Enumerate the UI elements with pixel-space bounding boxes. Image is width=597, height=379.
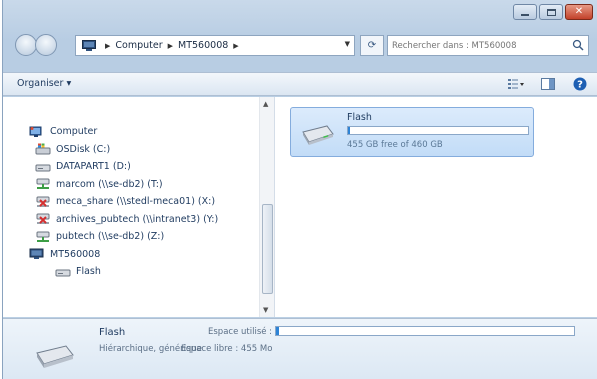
command-bar: Organiser ▾ ? [3, 72, 597, 96]
tree-item-computer[interactable]: Computer [29, 123, 218, 141]
details-name: Flash [99, 327, 126, 338]
tree-item-label: MT560008 [50, 248, 101, 260]
maximize-button[interactable] [539, 4, 563, 20]
search-box[interactable] [387, 35, 589, 56]
organize-menu-button[interactable]: Organiser ▾ [17, 78, 71, 89]
network-drive-icon [36, 231, 50, 242]
drive-icon [35, 164, 51, 172]
tree-item-osdisk[interactable]: OSDisk (C:) [29, 141, 218, 159]
drive-usage-bar [347, 126, 529, 135]
tree-scrollbar[interactable]: ▲ ▼ [259, 97, 274, 317]
view-controls: ? [507, 76, 589, 92]
forward-button[interactable] [35, 34, 57, 56]
breadcrumb-computer[interactable]: Computer [115, 40, 162, 51]
caption-buttons: ✕ [513, 4, 593, 20]
search-icon[interactable] [572, 39, 584, 51]
network-drive-icon [36, 178, 50, 190]
tree-item-label: archives_pubtech (\\intranet3) (Y:) [56, 213, 219, 225]
minimize-button[interactable] [513, 4, 537, 20]
navigation-bar: ▶ Computer ▶ MT560008 ▶ ▼ ⟳ [15, 33, 589, 59]
details-free-label: Espace libre : 455 Mo [181, 344, 273, 354]
tree-item-label: Flash [76, 266, 101, 278]
refresh-icon: ⟳ [367, 40, 377, 51]
breadcrumb-separator-icon[interactable]: ▶ [105, 42, 110, 50]
scrollbar-thumb[interactable] [262, 204, 273, 294]
network-drive-disconnected-icon [36, 213, 50, 225]
computer-icon [29, 126, 42, 137]
tree-item-label: pubtech (\\se-db2) (Z:) [56, 231, 165, 243]
help-button[interactable]: ? [571, 76, 589, 92]
os-drive-icon [35, 143, 51, 155]
address-bar[interactable]: ▶ Computer ▶ MT560008 ▶ ▼ [75, 35, 355, 56]
content-area: Computer OSDisk (C:) DATAPART1 (D:) marc… [3, 97, 597, 379]
drive-tile-name: Flash [347, 112, 372, 123]
view-options-icon [508, 79, 524, 89]
search-input[interactable] [392, 40, 582, 51]
details-usage-bar [275, 326, 575, 336]
preview-pane-icon [541, 78, 555, 90]
refresh-button[interactable]: ⟳ [360, 35, 384, 56]
network-drive-disconnected-icon [36, 196, 50, 207]
preview-pane-button[interactable] [539, 76, 557, 92]
tree-item-label: DATAPART1 (D:) [56, 161, 131, 173]
details-pane: Flash Hiérarchique, générique Espace uti… [3, 318, 597, 379]
drive-tile-flash[interactable]: Flash 455 GB free of 460 GB [290, 107, 534, 157]
details-used-label: Espace utilisé : [208, 327, 273, 337]
chevron-down-icon[interactable]: ▼ [345, 40, 350, 48]
device-icon [82, 40, 96, 51]
tree-item-archives-pubtech[interactable]: archives_pubtech (\\intranet3) (Y:) [29, 211, 218, 229]
tree-item-marcom[interactable]: marcom (\\se-db2) (T:) [29, 176, 218, 194]
tree-item-meca-share[interactable]: meca_share (\\stedl-meca01) (X:) [29, 193, 218, 211]
breadcrumb-device[interactable]: MT560008 [178, 40, 228, 51]
breadcrumb-separator-icon[interactable]: ▶ [233, 42, 238, 50]
maximize-icon [546, 8, 556, 16]
tree-item-label: marcom (\\se-db2) (T:) [56, 178, 163, 190]
minimize-icon [521, 13, 529, 16]
navigation-pane: Computer OSDisk (C:) DATAPART1 (D:) marc… [3, 97, 275, 379]
tree-item-label: OSDisk (C:) [56, 143, 111, 155]
tree-item-datapart1[interactable]: DATAPART1 (D:) [29, 158, 218, 176]
close-icon: ✕ [574, 6, 584, 17]
close-button[interactable]: ✕ [565, 4, 593, 20]
tree-item-label: Computer [50, 126, 98, 138]
drive-free-space: 455 GB free of 460 GB [347, 140, 443, 150]
breadcrumb-separator-icon[interactable]: ▶ [168, 42, 173, 50]
scroll-down-icon[interactable]: ▼ [263, 306, 268, 314]
drive-usage-bar-fill [348, 127, 350, 134]
tree-item-mt560008[interactable]: MT560008 [29, 246, 218, 264]
drive-icon [36, 345, 74, 368]
tree-item-pubtech[interactable]: pubtech (\\se-db2) (Z:) [29, 228, 218, 246]
folder-tree: Computer OSDisk (C:) DATAPART1 (D:) marc… [29, 123, 218, 281]
scroll-up-icon[interactable]: ▲ [263, 100, 268, 108]
drive-icon [55, 269, 71, 277]
tree-item-label: meca_share (\\stedl-meca01) (X:) [56, 196, 216, 208]
svg-text:?: ? [577, 80, 583, 91]
back-button[interactable] [15, 34, 37, 56]
help-icon: ? [573, 77, 587, 91]
details-usage-bar-fill [276, 327, 279, 335]
tree-item-flash[interactable]: Flash [29, 263, 218, 281]
explorer-window: ✕ ▶ Computer ▶ MT560008 ▶ ▼ ⟳ Rechercher… [2, 0, 597, 379]
drive-icon [302, 125, 334, 145]
change-view-button[interactable] [507, 76, 525, 92]
file-list-pane: Flash 455 GB free of 460 GB [276, 97, 597, 317]
device-icon [29, 248, 44, 260]
